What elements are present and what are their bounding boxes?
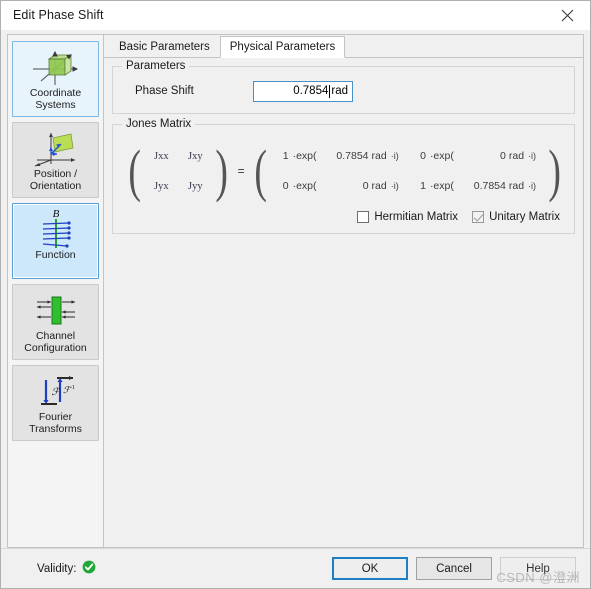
jones-cell-exp: ·exp( [429, 180, 454, 192]
jones-cell-coefficient: 0 [282, 180, 289, 192]
jones-cell-imaginary: ·i) [528, 151, 537, 161]
jones-matrix-group: Jones Matrix ( Jxx Jxy Jyx Jyy ) = (1 ·… [112, 118, 575, 234]
jones-cell-angle: 0.7854 [473, 180, 506, 192]
jones-cell-unit: rad [508, 150, 525, 162]
jones-cell-exp: ·exp( [429, 150, 454, 162]
content-panel: Basic Parameters Physical Parameters Par… [103, 34, 584, 548]
sidebar-item-position-orientation[interactable]: Position / Orientation [12, 122, 99, 198]
jones-cell-yy: 1 ·exp( 0.7854 rad ·i) [407, 180, 544, 192]
jones-cell-xx: 1 ·exp( 0.7854 rad ·i) [270, 150, 407, 162]
jones-label-jyx: Jyx [154, 180, 169, 192]
sidebar-item-label: Fourier Transforms [29, 411, 82, 435]
sidebar-item-label: Channel Configuration [24, 330, 87, 354]
checkbox-checked-icon [472, 211, 485, 223]
sidebar: Coordinate Systems Position / Orientatio… [7, 34, 103, 548]
close-icon[interactable] [545, 1, 590, 30]
sidebar-item-function[interactable]: B Function [12, 203, 99, 279]
parameters-group-title: Parameters [122, 60, 190, 72]
matrix-values-right-paren: ) [548, 138, 561, 203]
validity-status: Validity: [37, 560, 96, 577]
tab-panel-physical-parameters: Parameters Phase Shift 0.7854 rad Jones M… [104, 58, 583, 547]
tab-strip: Basic Parameters Physical Parameters [104, 35, 583, 58]
unitary-matrix-label: Unitary Matrix [489, 211, 560, 223]
jones-cell-imaginary: ·i) [390, 151, 399, 161]
jones-cell-coefficient: 1 [420, 180, 426, 192]
position-orientation-icon [25, 127, 87, 169]
jones-cell-imaginary: ·i) [390, 181, 399, 191]
function-icon: B [25, 208, 87, 250]
jones-cell-imaginary: ·i) [528, 181, 537, 191]
jones-matrix-group-title: Jones Matrix [122, 118, 196, 130]
parameters-group: Parameters Phase Shift 0.7854 rad [112, 60, 575, 114]
dialog-body: Coordinate Systems Position / Orientatio… [1, 30, 590, 548]
jones-matrix-options: Hermitian Matrix Unitary Matrix [123, 203, 564, 223]
validity-label: Validity: [37, 562, 77, 575]
phase-shift-row: Phase Shift 0.7854 rad [123, 79, 564, 103]
tab-physical-parameters[interactable]: Physical Parameters [219, 36, 346, 58]
matrix-labels-right-paren: ) [215, 138, 229, 203]
phase-shift-value: 0.7854 [293, 85, 329, 97]
sidebar-item-label: Coordinate Systems [29, 87, 82, 111]
sidebar-item-coordinate-systems[interactable]: Coordinate Systems [12, 41, 99, 117]
help-button[interactable]: Help [500, 557, 576, 580]
cancel-button[interactable]: Cancel [416, 557, 492, 580]
page-title: Edit Phase Shift [13, 8, 104, 22]
phase-shift-label: Phase Shift [135, 85, 194, 97]
sidebar-item-channel-configuration[interactable]: Channel Configuration [12, 284, 99, 360]
coordinate-systems-icon [25, 46, 87, 88]
sidebar-item-label: Position / Orientation [29, 168, 82, 192]
jones-cell-unit: rad [508, 180, 525, 192]
checkbox-box-icon [357, 211, 370, 223]
text-caret [329, 84, 331, 98]
jones-matrix-values: 1 ·exp( 0.7854 rad ·i) 0 ·exp( 0 rad ·i)… [270, 141, 545, 201]
tab-basic-parameters[interactable]: Basic Parameters [109, 36, 220, 57]
fourier-transforms-icon: ℱ ℱ -1 [25, 370, 87, 412]
title-bar: Edit Phase Shift [1, 1, 590, 30]
jones-label-jxy: Jxy [188, 150, 203, 162]
jones-cell-exp: ·exp( [292, 180, 317, 192]
footer-buttons: OK Cancel Help [332, 557, 576, 580]
matrix-values-left-paren: ( [254, 138, 267, 203]
dialog-footer: Validity: OK Cancel Help CSDN @澄洲 [1, 548, 590, 588]
equals-sign: = [237, 164, 245, 178]
jones-cell-yx: 0 ·exp( 0 rad ·i) [270, 180, 407, 192]
sidebar-item-fourier-transforms[interactable]: ℱ ℱ -1 Fourier Transforms [12, 365, 99, 441]
jones-cell-coefficient: 0 [420, 150, 426, 162]
jones-cell-angle: 0 [362, 180, 369, 192]
svg-text:-1: -1 [70, 385, 75, 391]
edit-phase-shift-dialog: Edit Phase Shift Coordinate Systems Posi… [0, 0, 591, 589]
jones-matrix-body: ( Jxx Jxy Jyx Jyy ) = ( 1 ·exp(0.7854 r… [123, 137, 564, 203]
channel-configuration-icon [25, 289, 87, 331]
phase-shift-input[interactable]: 0.7854 rad [253, 80, 353, 102]
jones-label-jyy: Jyy [188, 180, 203, 192]
hermitian-matrix-checkbox[interactable]: Hermitian Matrix [357, 211, 458, 223]
valid-check-icon [82, 560, 96, 577]
phase-shift-unit: rad [331, 85, 348, 97]
hermitian-matrix-label: Hermitian Matrix [374, 211, 459, 223]
jones-cell-angle: 0.7854 [336, 150, 369, 162]
jones-label-jxx: Jxx [154, 150, 169, 162]
jones-matrix-labels: Jxx Jxy Jyx Jyy [144, 141, 212, 201]
jones-cell-coefficient: 1 [282, 150, 289, 162]
sidebar-item-label: Function [35, 249, 76, 261]
jones-cell-angle: 0 [500, 150, 506, 162]
jones-cell-unit: rad [371, 180, 387, 192]
unitary-matrix-checkbox[interactable]: Unitary Matrix [472, 211, 560, 223]
jones-cell-xy: 0 ·exp( 0 rad ·i) [407, 150, 544, 162]
matrix-left-paren: ( [128, 138, 141, 203]
jones-cell-exp: ·exp( [292, 150, 317, 162]
ok-button[interactable]: OK [332, 557, 408, 580]
jones-cell-unit: rad [371, 150, 387, 162]
svg-text:B: B [52, 208, 59, 220]
